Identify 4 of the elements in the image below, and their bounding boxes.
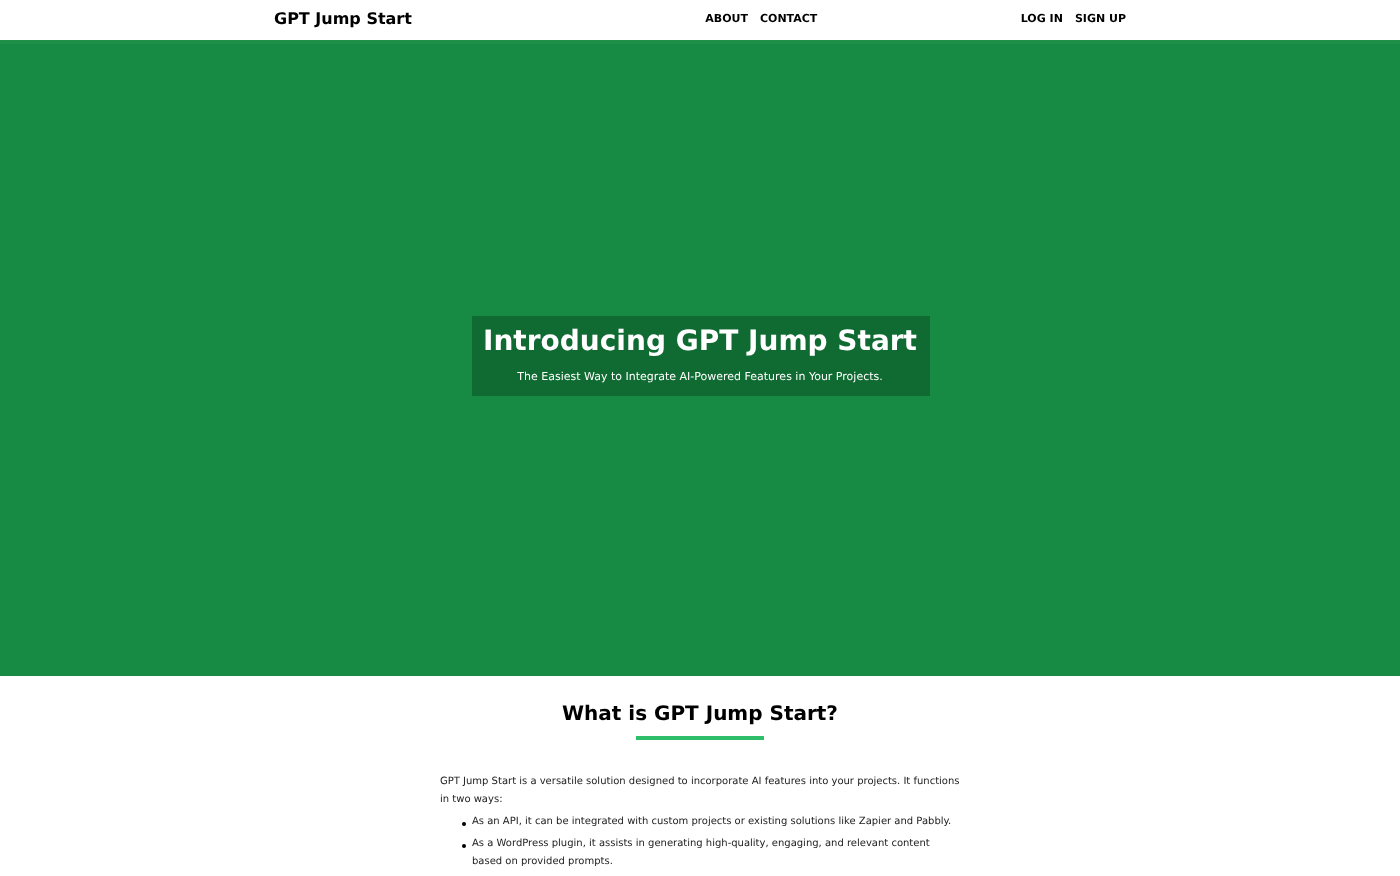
heading-underline [636, 736, 764, 740]
brand-logo-link[interactable]: GPT Jump Start [274, 8, 412, 32]
section-heading: What is GPT Jump Start? [561, 702, 838, 730]
hero-title: Introducing GPT Jump Start [483, 326, 917, 362]
